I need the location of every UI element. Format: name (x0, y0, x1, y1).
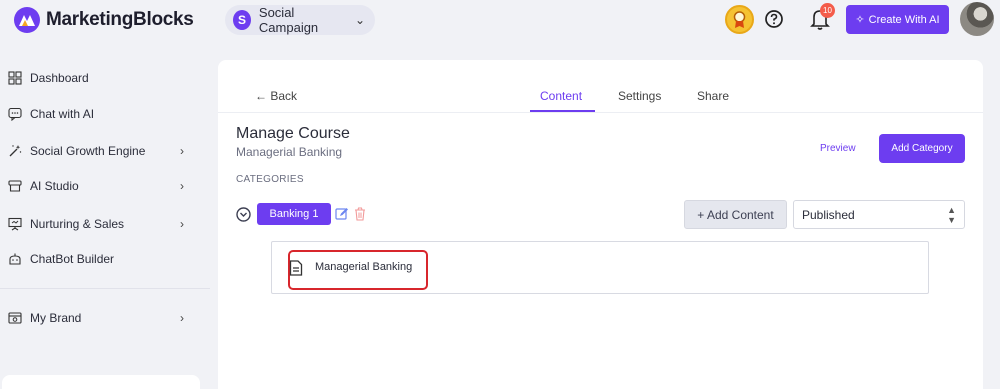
sidebar-item-dashboard[interactable]: Dashboard (0, 66, 200, 90)
sidebar-item-chatbot-builder[interactable]: ChatBot Builder (0, 247, 200, 271)
sidebar-divider (0, 288, 210, 289)
create-with-ai-label: Create With AI (868, 13, 940, 26)
sidebar-item-my-brand[interactable]: My Brand › (0, 306, 200, 330)
brand-icon (8, 312, 22, 324)
sidebar-item-label: Chat with AI (30, 107, 95, 121)
select-arrows-icon: ▲ ▼ (947, 204, 956, 225)
sidebar-item-label: Nurturing & Sales (30, 217, 125, 231)
add-content-button[interactable]: + Add Content (684, 200, 787, 229)
back-link[interactable]: ← Back (255, 89, 297, 103)
bot-icon (9, 253, 21, 265)
sidebar-item-nurturing-sales[interactable]: Nurturing & Sales › (0, 212, 200, 236)
collapse-toggle-icon[interactable] (236, 207, 251, 222)
page-subtitle: Managerial Banking (236, 145, 343, 159)
chevron-right-icon: › (180, 217, 184, 231)
logo[interactable]: MarketingBlocks (12, 6, 194, 34)
sidebar-item-chat-with-ai[interactable]: Chat with AI (0, 102, 200, 126)
preview-link[interactable]: Preview (820, 143, 856, 154)
workspace-selector[interactable]: S Social Campaign ⌄ (225, 5, 375, 35)
tab-divider (218, 112, 983, 113)
tab-content[interactable]: Content (540, 89, 582, 103)
page-title: Manage Course (236, 125, 350, 142)
top-bar: MarketingBlocks S Social Campaign ⌄ 10 ✧… (0, 0, 1000, 40)
chevron-right-icon: › (180, 179, 184, 193)
tab-settings[interactable]: Settings (618, 89, 661, 103)
sidebar-item-ai-studio[interactable]: AI Studio › (0, 174, 200, 198)
magic-wand-icon: ✧ (855, 14, 865, 26)
chevron-right-icon: › (180, 144, 184, 158)
edit-icon[interactable] (335, 207, 349, 221)
create-with-ai-button[interactable]: ✧ Create With AI (846, 5, 949, 34)
award-icon[interactable] (725, 5, 754, 34)
tab-share[interactable]: Share (697, 89, 729, 103)
document-icon (289, 260, 303, 276)
notification-badge: 10 (820, 3, 835, 18)
content-item-label[interactable]: Managerial Banking (315, 261, 412, 273)
status-value: Published (802, 207, 855, 222)
chevron-down-icon: ⌄ (354, 13, 365, 27)
trash-icon[interactable] (354, 207, 366, 221)
sidebar-item-label: Social Growth Engine (30, 144, 146, 158)
sidebar-item-label: Dashboard (30, 71, 89, 85)
chevron-right-icon: › (180, 311, 184, 325)
presentation-icon (8, 217, 22, 231)
status-select[interactable]: Published ▲ ▼ (793, 200, 965, 229)
sidebar-item-label: ChatBot Builder (30, 252, 115, 266)
category-chip[interactable]: Banking 1 (257, 203, 331, 225)
sidebar-item-label: My Brand (30, 311, 82, 325)
workspace-name: Social Campaign (258, 5, 319, 35)
magic-wand-icon (9, 145, 22, 157)
categories-heading: CATEGORIES (236, 174, 304, 185)
grid-icon (8, 71, 22, 85)
sidebar-item-social-growth-engine[interactable]: Social Growth Engine › (0, 139, 200, 163)
sidebar-footer-card (2, 375, 200, 389)
sidebar-item-label: AI Studio (30, 179, 79, 193)
workspace-badge: S (233, 10, 251, 30)
logo-text: MarketingBlocks (46, 9, 194, 30)
logo-mark-icon (14, 7, 40, 33)
help-icon[interactable] (764, 9, 784, 29)
user-avatar[interactable] (960, 2, 994, 36)
studio-icon (8, 180, 22, 192)
chat-icon (8, 107, 22, 121)
add-category-button[interactable]: Add Category (879, 134, 965, 163)
